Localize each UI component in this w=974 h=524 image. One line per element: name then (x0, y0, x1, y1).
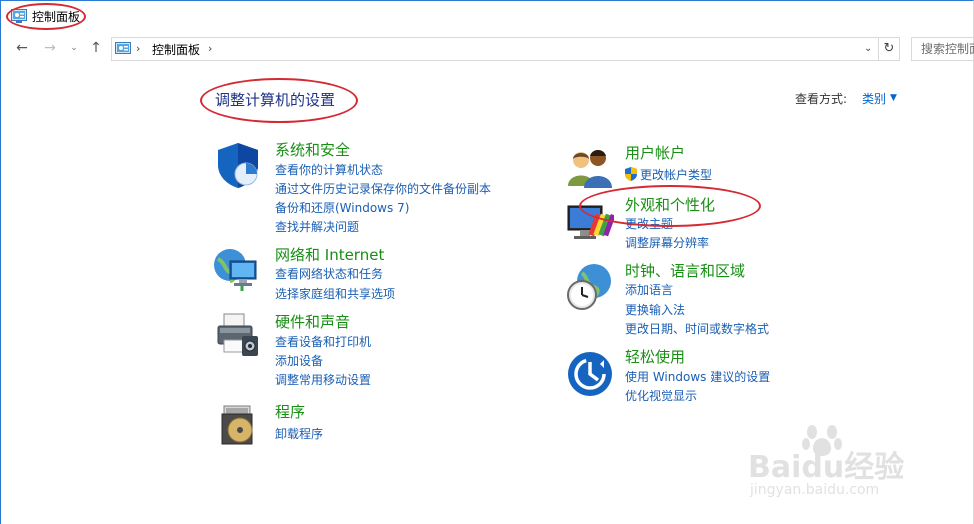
category-link[interactable]: 更换输入法 (625, 302, 685, 318)
shield-icon (218, 143, 258, 188)
address-dropdown-icon[interactable]: ⌄ (864, 43, 872, 54)
breadcrumb-control-panel[interactable]: 控制面板 (152, 43, 200, 57)
category-link[interactable]: 查看你的计算机状态 (275, 162, 383, 178)
category-title[interactable]: 轻松使用 (625, 347, 685, 367)
category-link[interactable]: 添加语言 (625, 282, 673, 298)
category-link[interactable]: 使用 Windows 建议的设置 (625, 369, 770, 385)
category-title[interactable]: 硬件和声音 (275, 312, 350, 332)
forward-arrow-icon[interactable]: → (41, 39, 59, 57)
category-link[interactable]: 调整屏幕分辨率 (625, 235, 709, 251)
annotation-circle (200, 78, 358, 123)
uac-shield-icon (625, 167, 637, 181)
address-bar[interactable]: › 控制面板 › ⌄ (111, 37, 879, 61)
category-link[interactable]: 备份和还原(Windows 7) (275, 200, 409, 216)
view-by-dropdown[interactable]: 类别 (862, 91, 886, 107)
category-link[interactable]: 调整常用移动设置 (275, 372, 371, 388)
control-panel-icon (115, 42, 131, 54)
category-link[interactable]: 卸载程序 (275, 426, 323, 442)
category-link[interactable]: 更改帐户类型 (640, 167, 712, 183)
printer-icon (217, 313, 258, 356)
category-title[interactable]: 系统和安全 (275, 140, 350, 160)
search-input[interactable]: 搜索控制面板 (911, 37, 974, 61)
category-link[interactable]: 选择家庭组和共享选项 (275, 286, 395, 302)
category-title[interactable]: 网络和 Internet (275, 245, 384, 265)
watermark-brand: Baidu经验 (748, 450, 905, 485)
clock-globe-icon (567, 264, 611, 310)
category-link[interactable]: 优化视觉显示 (625, 388, 697, 404)
title-bar: 控制面板 (1, 1, 973, 31)
up-arrow-icon[interactable]: ↑ (87, 39, 105, 57)
ease-of-access-icon (568, 352, 612, 396)
watermark: Baidu经验 jingyan.baidu.com (748, 420, 948, 510)
category-title[interactable]: 用户帐户 (625, 143, 685, 163)
category-link[interactable]: 添加设备 (275, 353, 323, 369)
category-title[interactable]: 程序 (275, 402, 305, 422)
navigation-bar: ← → ⌄ ↑ › 控制面板 › ⌄ ↻ 搜索控制面板 (1, 34, 974, 64)
refresh-icon[interactable]: ↻ (878, 37, 900, 61)
dropdown-arrow-icon[interactable]: ▼ (890, 90, 897, 106)
category-title[interactable]: 时钟、语言和区域 (625, 261, 745, 281)
category-link[interactable]: 查找并解决问题 (275, 219, 359, 235)
programs-disc-icon (221, 405, 253, 445)
users-icon (568, 150, 612, 188)
recent-locations-chevron-icon[interactable]: ⌄ (65, 39, 83, 57)
watermark-url: jingyan.baidu.com (750, 482, 880, 498)
back-arrow-icon[interactable]: ← (13, 39, 31, 57)
category-link[interactable]: 查看网络状态和任务 (275, 266, 383, 282)
category-link[interactable]: 查看设备和打印机 (275, 334, 371, 350)
annotation-circle (579, 185, 761, 227)
category-link[interactable]: 更改日期、时间或数字格式 (625, 321, 769, 337)
breadcrumb-separator[interactable]: › (208, 42, 212, 56)
breadcrumb-separator[interactable]: › (136, 42, 140, 56)
category-link[interactable]: 通过文件历史记录保存你的文件备份副本 (275, 181, 491, 197)
view-by-label: 查看方式: (795, 92, 848, 106)
annotation-circle (6, 3, 86, 30)
network-globe-icon (214, 249, 257, 291)
